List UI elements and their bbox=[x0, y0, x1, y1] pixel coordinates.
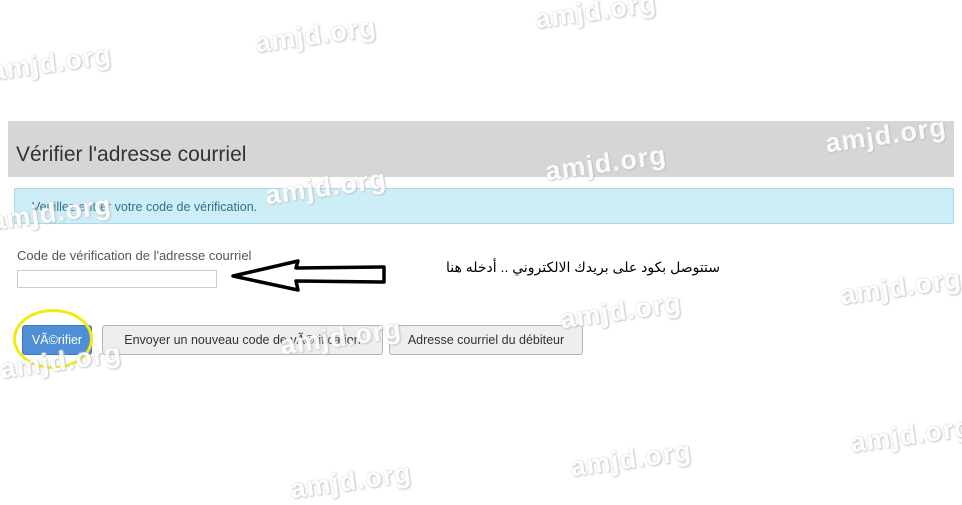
info-alert: Veuillez entrer votre code de vérificati… bbox=[14, 188, 954, 224]
watermark: amjd.org bbox=[838, 263, 962, 311]
watermark: amjd.org bbox=[848, 411, 962, 459]
page-title: Vérifier l'adresse courriel bbox=[16, 143, 247, 166]
annotation-text: ستتوصل بكود على بريدك الالكتروني .. أدخل… bbox=[445, 259, 720, 275]
watermark: amjd.org bbox=[288, 457, 414, 505]
watermark: amjd.org bbox=[568, 435, 694, 483]
verification-code-label: Code de vérification de l'adresse courri… bbox=[17, 248, 252, 263]
watermark: amjd.org bbox=[253, 11, 379, 59]
debtor-email-button[interactable]: Adresse courriel du débiteur bbox=[389, 325, 583, 355]
verify-button[interactable]: VÃ©rifier bbox=[22, 325, 92, 355]
page-header: Vérifier l'adresse courriel bbox=[8, 121, 954, 177]
resend-code-button[interactable]: Envoyer un nouveau code de vÃ©rification bbox=[102, 325, 383, 355]
verification-code-input[interactable] bbox=[17, 270, 217, 288]
alert-message: Veuillez entrer votre code de vérificati… bbox=[32, 200, 258, 214]
watermark: amjd.org bbox=[0, 39, 114, 87]
arrow-left-icon bbox=[231, 259, 386, 292]
watermark: amjd.org bbox=[533, 0, 659, 35]
